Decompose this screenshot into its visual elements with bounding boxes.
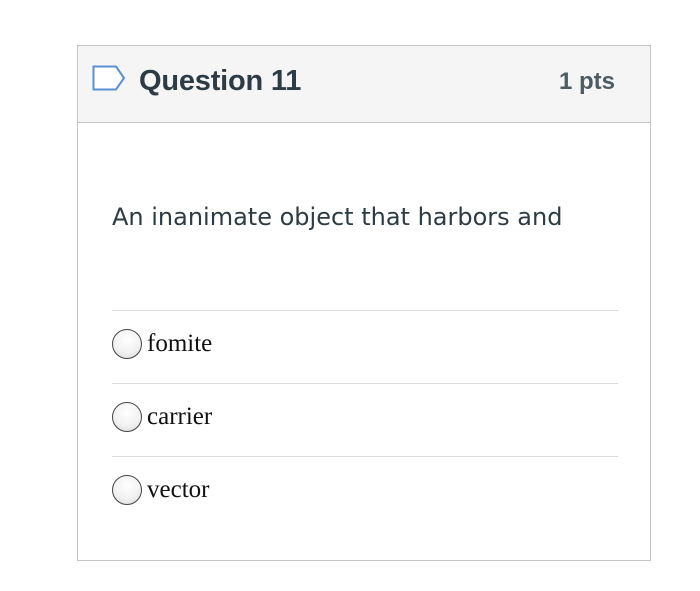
answer-list: fomite carrier vector (112, 310, 618, 529)
radio-button[interactable] (112, 402, 142, 432)
question-points: 1 pts (558, 68, 615, 95)
answer-option-fomite[interactable]: fomite (112, 310, 618, 383)
question-header: Question 11 1 pts (78, 46, 650, 123)
answer-label[interactable]: vector (147, 475, 209, 505)
question-text: An inanimate object that harbors and (112, 203, 563, 231)
answer-label[interactable]: fomite (147, 329, 212, 359)
question-title: Question 11 (139, 65, 302, 97)
radio-button[interactable] (112, 475, 142, 505)
radio-button[interactable] (112, 329, 142, 359)
bookmark-flag-icon[interactable] (92, 65, 126, 91)
answer-label[interactable]: carrier (147, 402, 212, 432)
answer-option-vector[interactable]: vector (112, 456, 618, 529)
question-card: Question 11 1 pts An inanimate object th… (77, 45, 651, 561)
answer-option-carrier[interactable]: carrier (112, 383, 618, 456)
